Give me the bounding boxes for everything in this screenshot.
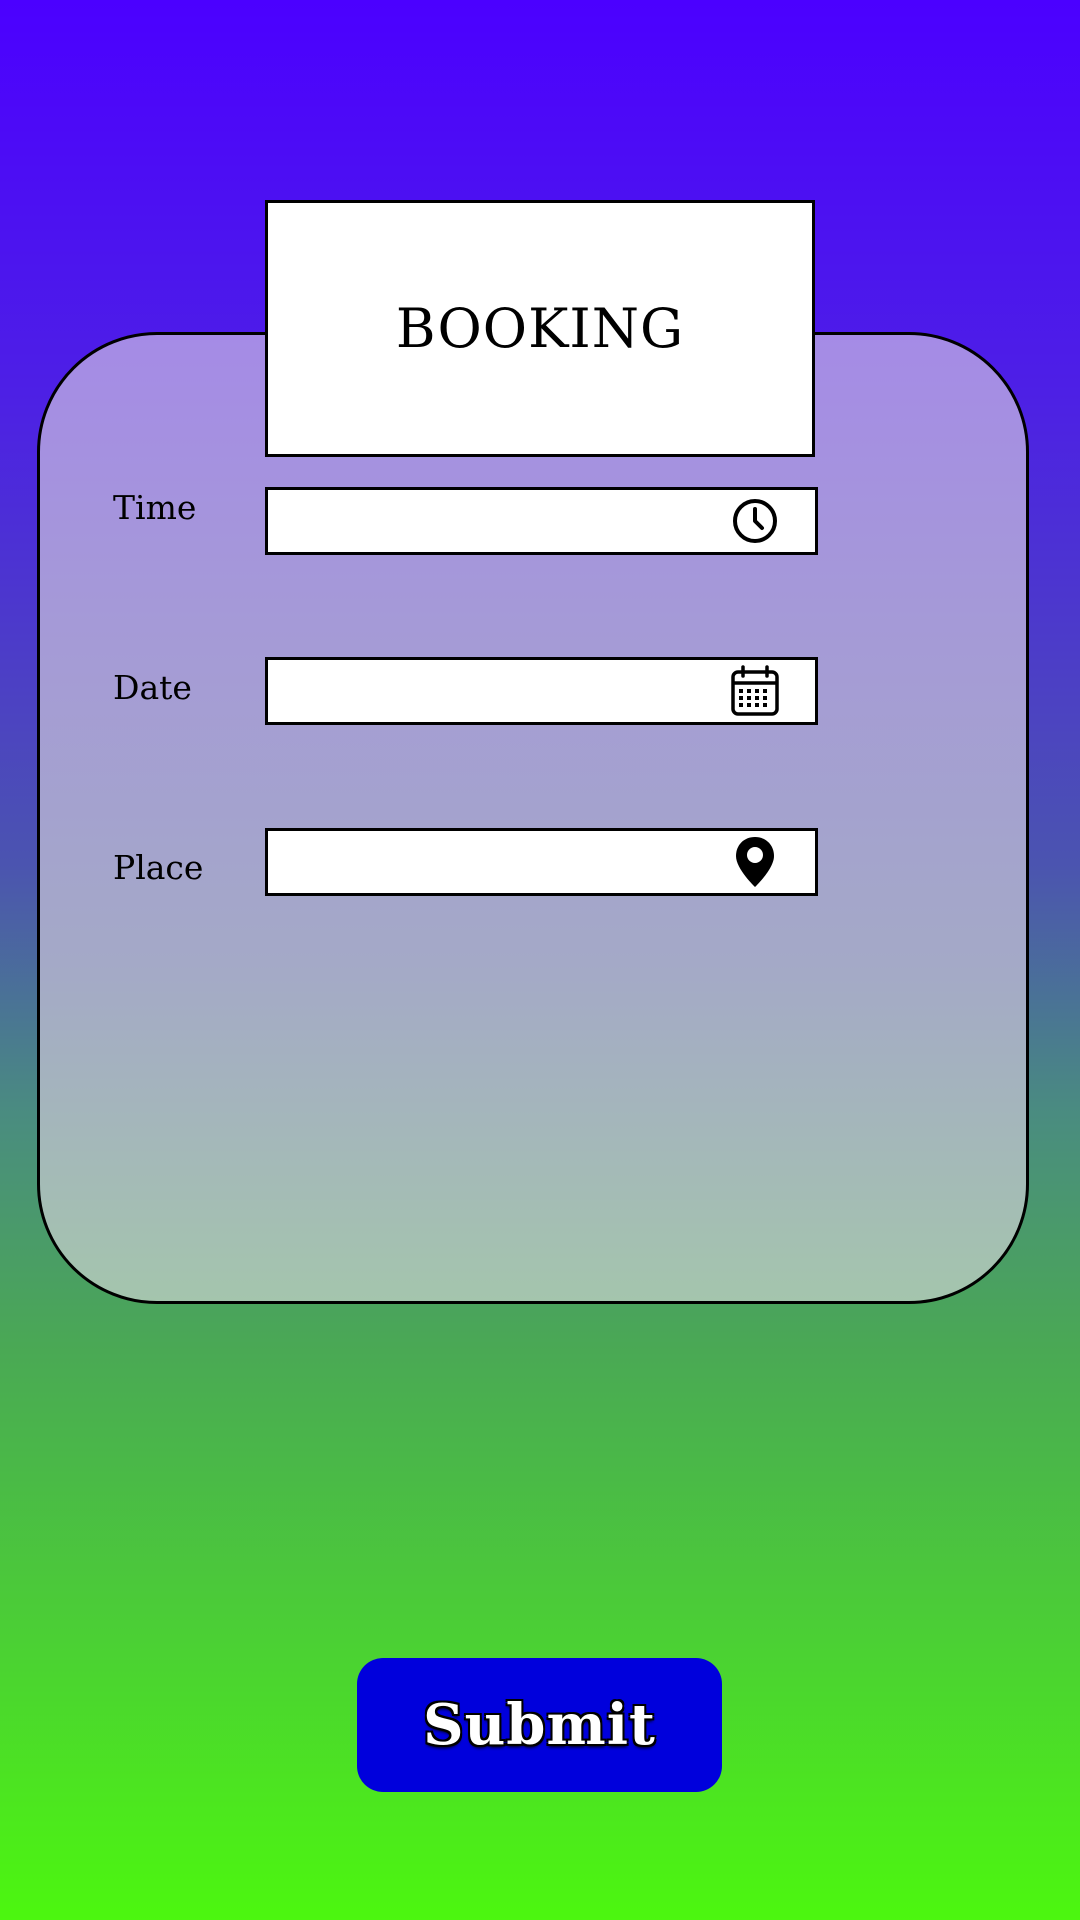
place-field[interactable] [265,828,818,896]
page-title: BOOKING [395,297,685,360]
time-input[interactable] [268,490,708,552]
clock-icon[interactable] [729,495,781,547]
booking-card [37,332,1029,1304]
submit-button[interactable]: Submit [357,1658,722,1792]
map-pin-icon[interactable] [729,836,781,888]
place-input[interactable] [268,831,708,893]
date-field[interactable] [265,657,818,725]
time-label: Time [113,488,197,527]
date-label: Date [113,668,192,707]
place-label: Place [113,848,204,887]
calendar-icon[interactable] [729,665,781,717]
title-box: BOOKING [265,200,815,457]
date-input[interactable] [268,660,708,722]
time-field[interactable] [265,487,818,555]
